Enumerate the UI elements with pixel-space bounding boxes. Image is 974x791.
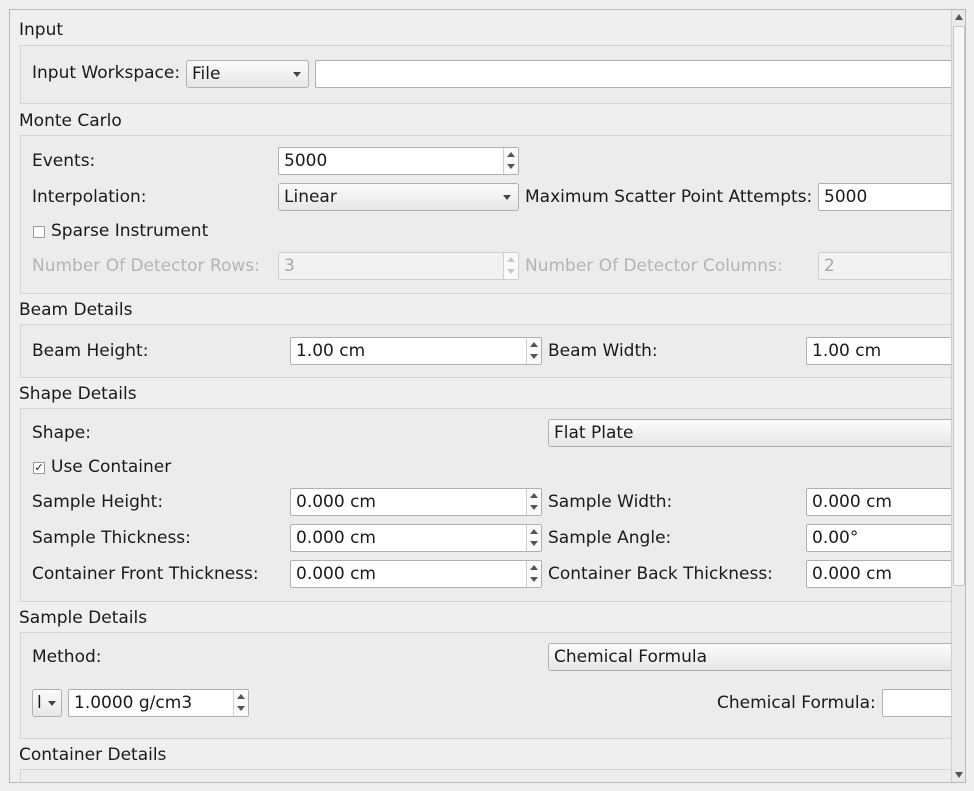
- arrow-up-icon: [530, 342, 538, 347]
- arrow-down-icon: [507, 164, 515, 169]
- arrow-up-icon: [530, 493, 538, 498]
- density-type-value: l: [37, 693, 42, 713]
- section-title-beam: Beam Details: [19, 300, 133, 320]
- beam-height-label: Beam Height:: [32, 341, 149, 361]
- density-value: 1.0000 g/cm3: [74, 693, 193, 713]
- container-group: [20, 769, 962, 782]
- sample-thickness-value: 0.000 cm: [296, 528, 376, 548]
- scrollbar-thumb[interactable]: [953, 26, 965, 586]
- sample-height-value: 0.000 cm: [296, 492, 376, 512]
- container-front-thickness-label: Container Front Thickness:: [32, 564, 259, 584]
- detector-rows-label: Number Of Detector Rows:: [32, 256, 260, 276]
- method-label: Method:: [32, 647, 102, 667]
- events-spin-buttons[interactable]: [503, 148, 518, 174]
- detector-rows-spin-buttons[interactable]: [503, 253, 518, 279]
- events-spinbox[interactable]: 5000: [278, 147, 519, 175]
- container-front-thickness-spin-buttons[interactable]: [526, 561, 541, 587]
- container-back-thickness-label: Container Back Thickness:: [548, 564, 773, 584]
- events-label: Events:: [32, 151, 96, 171]
- beam-width-label: Beam Width:: [548, 341, 658, 361]
- section-title-shape: Shape Details: [19, 384, 137, 404]
- interpolation-value: Linear: [284, 187, 337, 207]
- input-workspace-label: Input Workspace:: [32, 63, 181, 83]
- density-spin-buttons[interactable]: [233, 690, 248, 716]
- sample-thickness-spinbox[interactable]: 0.000 cm: [290, 524, 542, 552]
- use-container-label: Use Container: [51, 457, 172, 477]
- density-type-combo[interactable]: l: [32, 689, 62, 717]
- sample-width-field[interactable]: 0.000 cm: [806, 488, 961, 516]
- section-title-input: Input: [19, 20, 64, 40]
- sparse-instrument-checkbox[interactable]: [33, 226, 45, 238]
- detector-columns-label: Number Of Detector Columns:: [525, 256, 783, 276]
- arrow-down-icon: [530, 354, 538, 359]
- chevron-down-icon: [48, 701, 56, 706]
- container-back-thickness-field[interactable]: 0.000 cm: [806, 560, 961, 588]
- shape-value: Flat Plate: [554, 423, 634, 443]
- beam-height-value: 1.00 cm: [296, 341, 366, 361]
- container-front-thickness-value: 0.000 cm: [296, 564, 376, 584]
- container-front-thickness-spinbox[interactable]: 0.000 cm: [290, 560, 542, 588]
- interpolation-label: Interpolation:: [32, 187, 147, 207]
- settings-panel: Input Input Workspace: File Monte Carlo …: [9, 9, 966, 783]
- sample-width-label: Sample Width:: [548, 492, 673, 512]
- events-value: 5000: [284, 151, 328, 171]
- beam-height-spinbox[interactable]: 1.00 cm: [290, 337, 542, 365]
- chemical-formula-field[interactable]: [882, 689, 961, 717]
- detector-columns-field[interactable]: 2: [818, 252, 961, 280]
- input-group: Input Workspace: File: [20, 45, 962, 104]
- input-workspace-type-value: File: [192, 64, 221, 84]
- arrow-down-icon: [237, 706, 245, 711]
- sparse-instrument-label: Sparse Instrument: [51, 221, 209, 241]
- shape-label: Shape:: [32, 423, 91, 443]
- beam-group: Beam Height: 1.00 cm Beam Width: 1.00 cm: [20, 324, 962, 378]
- chemical-formula-label: Chemical Formula:: [717, 693, 876, 713]
- detector-rows-spinbox[interactable]: 3: [278, 252, 519, 280]
- max-attempts-label: Maximum Scatter Point Attempts:: [525, 187, 813, 207]
- arrow-down-icon: [530, 577, 538, 582]
- detector-rows-value: 3: [284, 256, 295, 276]
- input-workspace-type-combo[interactable]: File: [186, 60, 309, 88]
- scroll-up-icon[interactable]: [955, 14, 963, 20]
- monte-carlo-group: Events: 5000 Interpolation: Linear Maxim…: [20, 135, 962, 294]
- sample-thickness-label: Sample Thickness:: [32, 528, 191, 548]
- sample-height-spin-buttons[interactable]: [526, 489, 541, 515]
- beam-width-field[interactable]: 1.00 cm: [806, 337, 961, 365]
- section-title-sample: Sample Details: [19, 608, 148, 628]
- method-combo[interactable]: Chemical Formula: [548, 643, 961, 671]
- arrow-up-icon: [507, 257, 515, 262]
- section-title-container: Container Details: [19, 745, 167, 765]
- arrow-down-icon: [530, 541, 538, 546]
- interpolation-combo[interactable]: Linear: [278, 183, 519, 211]
- arrow-up-icon: [530, 529, 538, 534]
- sample-height-spinbox[interactable]: 0.000 cm: [290, 488, 542, 516]
- sample-group: Method: Chemical Formula l 1.0000 g/cm3 …: [20, 632, 962, 739]
- shape-group: Shape: Flat Plate ✓ Use Container Sample…: [20, 408, 962, 602]
- arrow-down-icon: [530, 505, 538, 510]
- arrow-up-icon: [507, 152, 515, 157]
- sample-height-label: Sample Height:: [32, 492, 164, 512]
- shape-combo[interactable]: Flat Plate: [548, 419, 961, 447]
- sample-angle-field[interactable]: 0.00°: [806, 524, 961, 552]
- sample-thickness-spin-buttons[interactable]: [526, 525, 541, 551]
- use-container-checkbox[interactable]: ✓: [33, 462, 45, 474]
- density-spinbox[interactable]: 1.0000 g/cm3: [68, 689, 249, 717]
- method-value: Chemical Formula: [554, 647, 708, 667]
- vertical-scrollbar[interactable]: [951, 10, 965, 782]
- section-title-monte-carlo: Monte Carlo: [19, 111, 122, 131]
- chevron-down-icon: [503, 195, 511, 200]
- sample-angle-label: Sample Angle:: [548, 528, 672, 548]
- scroll-down-icon[interactable]: [955, 772, 963, 778]
- arrow-up-icon: [530, 565, 538, 570]
- input-workspace-path-field[interactable]: [315, 60, 961, 88]
- arrow-up-icon: [237, 694, 245, 699]
- max-attempts-field[interactable]: 5000: [818, 183, 961, 211]
- beam-height-spin-buttons[interactable]: [526, 338, 541, 364]
- arrow-down-icon: [507, 269, 515, 274]
- chevron-down-icon: [293, 72, 301, 77]
